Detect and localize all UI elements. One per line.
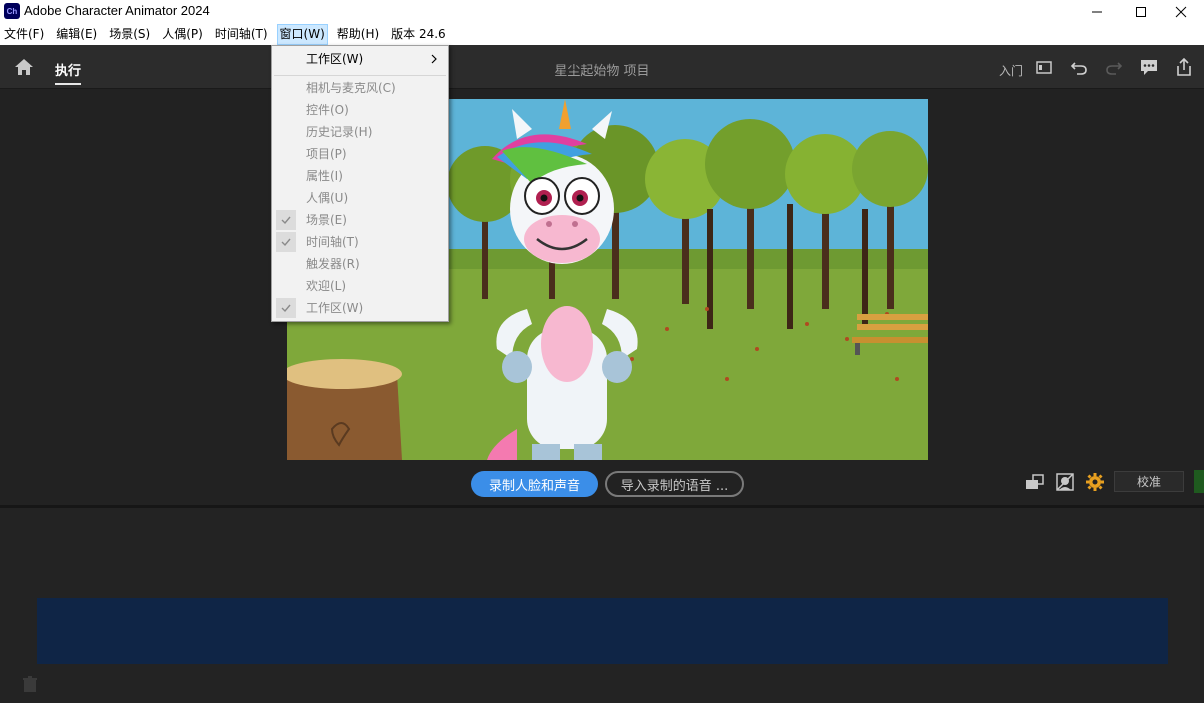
menu-window[interactable]: 窗口(W) xyxy=(276,24,328,45)
minimize-button[interactable] xyxy=(1074,0,1120,24)
menu-item-8[interactable]: 触发器(R) xyxy=(272,253,448,275)
menu-item-workspace-submenu[interactable]: 工作区(W) xyxy=(272,48,448,70)
menu-item-3[interactable]: 项目(P) xyxy=(272,143,448,165)
trash-icon[interactable] xyxy=(21,675,39,693)
undo-icon[interactable] xyxy=(1069,57,1089,77)
menu-item-label: 场景(E) xyxy=(306,213,347,227)
menu-item-7[interactable]: 时间轴(T) xyxy=(272,231,448,253)
menu-item-0[interactable]: 相机与麦克风(C) xyxy=(272,77,448,99)
feedback-icon[interactable] xyxy=(1139,57,1159,77)
menu-item-label: 时间轴(T) xyxy=(306,235,359,249)
menu-version[interactable]: 版本 24.6 xyxy=(389,25,448,44)
panel-layout-icon[interactable] xyxy=(1034,57,1054,77)
share-icon[interactable] xyxy=(1174,57,1194,77)
face-tracking-icon[interactable] xyxy=(1055,472,1075,492)
window-menu-dropdown: 工作区(W) 相机与麦克风(C) 控件(O) 历史记录(H) 项目(P) 属性(I) 人偶… xyxy=(271,45,449,322)
checkmark-icon xyxy=(276,210,296,230)
menu-item-label: 控件(O) xyxy=(306,103,349,117)
menu-item-2[interactable]: 历史记录(H) xyxy=(272,121,448,143)
menu-puppet[interactable]: 人偶(P) xyxy=(160,25,205,44)
redo-icon[interactable] xyxy=(1104,57,1124,77)
audio-level-meter xyxy=(1194,470,1204,493)
menu-item-label: 触发器(R) xyxy=(306,257,360,271)
window-title: Adobe Character Animator 2024 xyxy=(24,3,210,18)
menu-help[interactable]: 帮助(H) xyxy=(335,25,381,44)
menu-file[interactable]: 文件(F) xyxy=(2,25,46,44)
close-icon xyxy=(1175,6,1187,18)
menu-item-label: 相机与麦克风(C) xyxy=(306,81,396,95)
record-face-voice-button[interactable]: 录制人脸和声音 xyxy=(471,471,598,497)
menu-item-label: 工作区(W) xyxy=(306,52,364,66)
menu-separator xyxy=(274,75,446,76)
timeline-track[interactable] xyxy=(37,598,1168,664)
import-voice-button[interactable]: 导入录制的语音 ... xyxy=(605,471,744,497)
learn-link[interactable]: 入门 xyxy=(999,60,1025,80)
menu-item-label: 工作区(W) xyxy=(306,301,364,315)
app-logo-icon: Ch xyxy=(4,3,20,19)
title-bar: Ch Adobe Character Animator 2024 xyxy=(0,0,1204,24)
maximize-icon xyxy=(1136,7,1146,17)
checkmark-icon xyxy=(276,232,296,252)
calibrate-button[interactable]: 校准 xyxy=(1114,471,1184,492)
menu-item-label: 人偶(U) xyxy=(306,191,349,205)
menu-item-1[interactable]: 控件(O) xyxy=(272,99,448,121)
menu-item-label: 历史记录(H) xyxy=(306,125,373,139)
menu-item-label: 欢迎(L) xyxy=(306,279,347,293)
menu-item-4[interactable]: 属性(I) xyxy=(272,165,448,187)
minimize-icon xyxy=(1092,11,1102,13)
gear-icon[interactable] xyxy=(1085,472,1105,492)
menu-item-label: 属性(I) xyxy=(306,169,343,183)
menu-bar: 文件(F) 编辑(E) 场景(S) 人偶(P) 时间轴(T) 窗口(W) 帮助(… xyxy=(0,24,1204,45)
menu-timeline[interactable]: 时间轴(T) xyxy=(213,25,270,44)
menu-item-6[interactable]: 场景(E) xyxy=(272,209,448,231)
workspace-header: 执行 星尘起始物 项目 入门 xyxy=(0,45,1204,89)
menu-item-9[interactable]: 欢迎(L) xyxy=(272,275,448,297)
menu-scene[interactable]: 场景(S) xyxy=(107,25,152,44)
menu-item-5[interactable]: 人偶(U) xyxy=(272,187,448,209)
menu-item-label: 项目(P) xyxy=(306,147,347,161)
menu-edit[interactable]: 编辑(E) xyxy=(54,25,99,44)
scene-view-icon[interactable] xyxy=(1025,473,1045,491)
close-button[interactable] xyxy=(1158,0,1204,24)
checkmark-icon xyxy=(276,298,296,318)
chevron-right-icon xyxy=(431,54,437,64)
menu-item-10[interactable]: 工作区(W) xyxy=(272,297,448,319)
